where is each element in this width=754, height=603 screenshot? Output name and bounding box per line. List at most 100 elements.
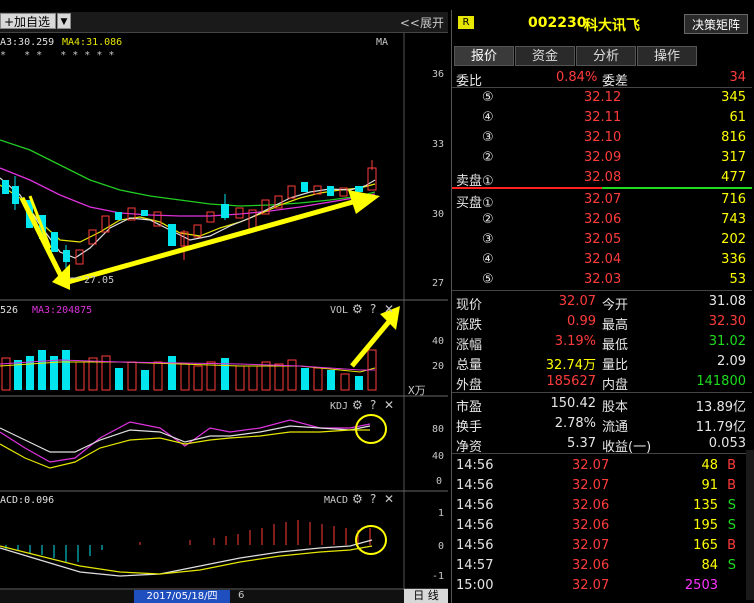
- kline-chart-area[interactable]: +加自选 ▼ <<展开 A3:30.259 MA4:31.086 MA * * …: [0, 0, 448, 603]
- gear-icon[interactable]: ⚙: [352, 492, 363, 506]
- quote-stat-row: 总量 32.74万 量比 2.09: [452, 352, 752, 373]
- quote-stat-row: 外盘 185627 内盘 141800: [452, 372, 752, 393]
- order-price: 32.08: [584, 170, 622, 185]
- tick-price: 32.06: [572, 518, 610, 533]
- candles: [2, 160, 377, 280]
- cursor-date-label: 2017/05/18/四: [134, 590, 230, 603]
- tick-row: 14:57 32.06 84 S: [452, 556, 752, 576]
- stat-value: 0.053: [708, 436, 746, 451]
- order-price: 32.12: [584, 90, 622, 105]
- order-level-label: ④: [482, 110, 494, 125]
- tick-volume: 48: [701, 458, 718, 473]
- stat-value: 31.08: [708, 294, 746, 309]
- order-level-label: ⑤: [482, 272, 494, 287]
- decision-matrix-button[interactable]: 决策矩阵: [684, 14, 748, 34]
- sell-order-row: ② 32.09 317: [452, 148, 752, 168]
- kdj-axis-label: 40: [432, 451, 445, 462]
- tab-funds[interactable]: 资金: [515, 46, 575, 66]
- stat-value: 5.37: [567, 436, 596, 451]
- stat-label: 涨幅: [456, 338, 483, 353]
- quote-stat-row: 涨幅 3.19% 最低 31.02: [452, 332, 752, 353]
- tick-scrollbar[interactable]: [746, 450, 754, 600]
- tick-row: 14:56 32.06 195 S: [452, 516, 752, 536]
- tick-price: 32.07: [572, 478, 610, 493]
- stat-value: 141800: [696, 374, 746, 389]
- order-price: 32.10: [584, 130, 622, 145]
- tick-side: B: [727, 538, 736, 553]
- fundamental-row: 换手 2.78% 流通 11.79亿: [452, 414, 752, 435]
- help-icon[interactable]: ?: [370, 398, 376, 412]
- tick-side: S: [727, 558, 736, 573]
- macd-tag: MACD: [324, 495, 349, 506]
- help-icon[interactable]: ?: [370, 492, 376, 506]
- order-volume: 202: [721, 232, 746, 247]
- order-volume: 345: [721, 90, 746, 105]
- stat-value: 150.42: [550, 396, 597, 411]
- weibi-value: 0.84%: [556, 70, 598, 85]
- order-level-label: ⑤: [482, 90, 494, 105]
- vol-ma-prefix: 526: [0, 305, 19, 316]
- stat-label: 市盈: [456, 400, 483, 415]
- order-level-label: 买盘①: [456, 196, 494, 211]
- gear-icon[interactable]: ⚙: [352, 302, 363, 316]
- tab-quote[interactable]: 报价: [454, 46, 514, 66]
- buy-order-row: ② 32.06 743: [452, 210, 752, 230]
- sell-order-row: ⑤ 32.12 345: [452, 88, 752, 108]
- vol-unit-label: X万: [408, 384, 426, 397]
- tick-price: 32.07: [572, 458, 610, 473]
- tick-time: 14:56: [456, 518, 494, 533]
- vol-tag: VOL: [330, 305, 349, 316]
- kline-chart-svg: [0, 33, 448, 592]
- order-volume: 743: [721, 212, 746, 227]
- sell-order-row: ④ 32.11 61: [452, 108, 752, 128]
- tick-time: 14:56: [456, 498, 494, 513]
- tick-volume: 165: [693, 538, 718, 553]
- stat-label: 流通: [602, 420, 629, 435]
- tick-row: 15:00 32.07 2503: [452, 576, 752, 596]
- tick-side: B: [727, 458, 736, 473]
- low-price-label: 27.05: [84, 275, 115, 286]
- tab-analysis[interactable]: 分析: [576, 46, 636, 66]
- order-price: 32.04: [584, 252, 622, 267]
- order-volume: 477: [721, 170, 746, 185]
- stat-label: 外盘: [456, 378, 483, 393]
- order-volume: 816: [721, 130, 746, 145]
- close-icon[interactable]: ✕: [384, 398, 394, 412]
- buy-order-row: ④ 32.04 336: [452, 250, 752, 270]
- stat-label: 换手: [456, 420, 483, 435]
- tick-volume: 91: [701, 478, 718, 493]
- kdj-axis-label: 0: [436, 476, 443, 487]
- tick-row: 14:56 32.07 91 B: [452, 476, 752, 496]
- weicha-value: 34: [729, 70, 746, 85]
- stock-code: 002230: [528, 15, 587, 31]
- gear-icon[interactable]: ⚙: [352, 398, 363, 412]
- date-count-label: 6: [238, 590, 245, 601]
- order-level-label: ④: [482, 252, 494, 267]
- stat-value: 3.19%: [554, 334, 596, 349]
- vol-axis-label: 20: [432, 361, 445, 372]
- tick-price: 32.07: [572, 578, 610, 593]
- order-level-label: ②: [482, 212, 494, 227]
- order-volume: 317: [721, 150, 746, 165]
- fundamental-row: 净资 5.37 收益(一) 0.053: [452, 434, 752, 455]
- stat-value: 32.30: [708, 314, 746, 329]
- period-button[interactable]: 日 线: [404, 589, 448, 603]
- buy-order-row: 买盘① 32.07 716: [452, 190, 752, 211]
- tick-price: 32.06: [572, 498, 610, 513]
- order-volume: 336: [721, 252, 746, 267]
- tick-row: 14:56 32.06 135 S: [452, 496, 752, 516]
- stat-label: 现价: [456, 298, 483, 313]
- tick-side: B: [727, 478, 736, 493]
- stat-label: 今开: [602, 298, 629, 313]
- stat-label: 量比: [602, 358, 629, 373]
- close-icon[interactable]: ✕: [384, 302, 394, 316]
- macd-axis-label: -1: [432, 571, 445, 582]
- tab-operate[interactable]: 操作: [637, 46, 697, 66]
- stat-value: 32.07: [558, 294, 596, 309]
- stat-value: 185627: [546, 374, 596, 389]
- close-icon[interactable]: ✕: [384, 492, 394, 506]
- tick-side: S: [727, 518, 736, 533]
- order-volume: 716: [721, 192, 746, 207]
- volume-bars: [1, 349, 377, 391]
- help-icon[interactable]: ?: [370, 302, 376, 316]
